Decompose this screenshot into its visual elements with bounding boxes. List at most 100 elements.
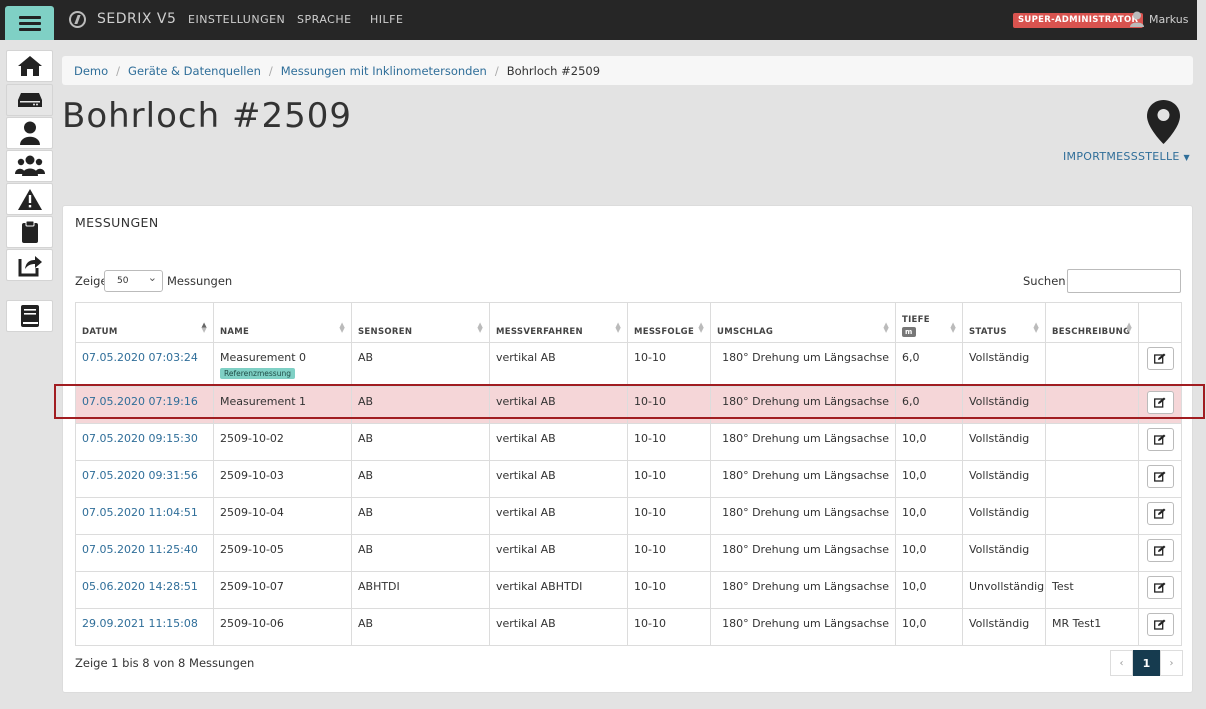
edit-button[interactable] (1146, 502, 1174, 525)
user-menu[interactable]: Markus (1149, 13, 1189, 26)
table-row[interactable]: 07.05.2020 07:03:24 Measurement 0 Referenz… (75, 342, 1182, 387)
edit-button[interactable] (1146, 428, 1174, 451)
col-messverfahren[interactable]: MESSVERFAHREN ▲ ▼ (489, 302, 628, 343)
table-row[interactable]: 07.05.2020 11:04:51 2509-10-04 AB vertikal … (75, 497, 1182, 535)
cell-messverfahren: vertikal AB (489, 386, 628, 424)
sidebar-devices[interactable] (6, 84, 53, 116)
col-umschlag[interactable]: UMSCHLAG ▲ ▼ (710, 302, 896, 343)
sidebar-alarms[interactable] (6, 183, 53, 215)
name-text: Measurement 1 (220, 395, 307, 408)
edit-button[interactable] (1146, 465, 1174, 488)
sidebar-users[interactable] (6, 150, 53, 182)
cell-messfolge: 10-10 (627, 460, 711, 498)
cell-umschlag: 180° Drehung um Längsachse (710, 497, 896, 535)
edit-button[interactable] (1146, 576, 1174, 599)
datum-link[interactable]: 29.09.2021 11:15:08 (82, 617, 198, 630)
edit-icon (1154, 508, 1166, 519)
sidebar-export[interactable] (6, 249, 53, 281)
cell-status: Vollständig (962, 497, 1046, 535)
sidebar-docs[interactable] (6, 300, 53, 332)
col-status[interactable]: STATUS ▲ ▼ (962, 302, 1046, 343)
table-row[interactable]: 07.05.2020 09:15:30 2509-10-02 AB vertikal … (75, 423, 1182, 461)
col-messfolge[interactable]: MESSFOLGE ▲ ▼ (627, 302, 711, 343)
cell-name: 2509-10-05 (213, 534, 352, 572)
sidebar-user[interactable] (6, 117, 53, 149)
pager-prev-button[interactable]: ‹ (1110, 650, 1133, 676)
cell-messfolge: 10-10 (627, 571, 711, 609)
datum-link[interactable]: 07.05.2020 09:15:30 (82, 432, 198, 445)
cell-status: Vollständig (962, 460, 1046, 498)
col-beschreibung[interactable]: BESCHREIBUNG ▲ ▼ (1045, 302, 1139, 343)
caret-down-icon: ▼ (1183, 153, 1190, 162)
panel-title: MESSUNGEN (75, 215, 159, 230)
import-station-label: IMPORTMESSSTELLE (1063, 150, 1180, 163)
menu-toggle-button[interactable] (5, 6, 54, 40)
table-row[interactable]: 07.05.2020 07:19:16 Measurement 1 AB vertik… (75, 386, 1182, 424)
cell-tiefe: 6,0 (895, 342, 963, 387)
table-row[interactable]: 05.06.2020 14:28:51 2509-10-07 ABHTDI verti… (75, 571, 1182, 609)
cell-actions (1138, 386, 1182, 424)
cell-tiefe: 10,0 (895, 423, 963, 461)
cell-messverfahren: vertikal ABHTDI (489, 571, 628, 609)
cell-status: Unvollständig (962, 571, 1046, 609)
breadcrumb-current: Bohrloch #2509 (506, 63, 601, 78)
nav-einstellungen[interactable]: EINSTELLUNGEN (188, 13, 285, 26)
cell-datum: 07.05.2020 11:25:40 (75, 534, 214, 572)
table-row[interactable]: 07.05.2020 09:31:56 2509-10-03 AB vertikal … (75, 460, 1182, 498)
table-row[interactable]: 07.05.2020 11:25:40 2509-10-05 AB vertikal … (75, 534, 1182, 572)
role-badge: SUPER-ADMINISTRATOR (1013, 13, 1144, 28)
home-icon (17, 56, 42, 76)
users-icon (14, 155, 45, 176)
map-pin-icon[interactable] (1146, 99, 1181, 145)
breadcrumb-inclinometer[interactable]: Messungen mit Inklinometersonden (281, 64, 487, 78)
datum-link[interactable]: 07.05.2020 07:03:24 (82, 351, 198, 364)
nav-sprache[interactable]: SPRACHE (297, 13, 352, 26)
cell-messverfahren: vertikal AB (489, 342, 628, 387)
datum-link[interactable]: 05.06.2020 14:28:51 (82, 580, 198, 593)
search-input[interactable] (1067, 269, 1181, 293)
name-text: 2509-10-03 (220, 469, 284, 482)
cell-datum: 07.05.2020 07:03:24 (75, 342, 214, 387)
pager-page-1[interactable]: 1 (1133, 650, 1160, 676)
cell-messverfahren: vertikal AB (489, 534, 628, 572)
sort-icon: ▲ ▼ (1033, 321, 1039, 334)
brand-name[interactable]: SEDRIX V5 (97, 11, 176, 27)
page-length-select[interactable]: 50 (104, 268, 163, 292)
col-tiefe[interactable]: TIEFE m ▲ ▼ (895, 302, 963, 343)
datum-link[interactable]: 07.05.2020 11:04:51 (82, 506, 198, 519)
breadcrumb-devices[interactable]: Geräte & Datenquellen (128, 64, 261, 78)
col-sensoren[interactable]: SENSOREN ▲ ▼ (351, 302, 490, 343)
reference-badge: Referenzmessung (220, 368, 295, 379)
name-text: Measurement 0 (220, 351, 307, 364)
pager-next-button[interactable]: › (1160, 650, 1183, 676)
datum-link[interactable]: 07.05.2020 09:31:56 (82, 469, 198, 482)
col-datum[interactable]: DATUM ▲ ▼ (75, 302, 214, 343)
edit-button[interactable] (1146, 613, 1174, 636)
cell-actions (1138, 534, 1182, 572)
hamburger-icon (18, 13, 41, 34)
datum-link[interactable]: 07.05.2020 11:25:40 (82, 543, 198, 556)
cell-sensoren: AB (351, 386, 490, 424)
server-icon (17, 93, 42, 107)
sort-icon: ▲ ▼ (883, 321, 889, 334)
cell-actions (1138, 497, 1182, 535)
user-icon (1130, 11, 1144, 27)
cell-name: 2509-10-07 (213, 571, 352, 609)
table-row[interactable]: 29.09.2021 11:15:08 2509-10-06 AB vertikal … (75, 608, 1182, 646)
name-text: 2509-10-02 (220, 432, 284, 445)
sort-icon: ▲ ▼ (1126, 321, 1132, 334)
cell-status: Vollständig (962, 534, 1046, 572)
import-station-dropdown[interactable]: IMPORTMESSSTELLE ▼ (1063, 150, 1190, 163)
nav-hilfe[interactable]: HILFE (370, 13, 403, 26)
sidebar-home[interactable] (6, 50, 53, 82)
cell-sensoren: AB (351, 497, 490, 535)
breadcrumb-demo[interactable]: Demo (74, 64, 108, 78)
edit-button[interactable] (1146, 347, 1174, 370)
sidebar-reports[interactable] (6, 216, 53, 248)
cell-beschreibung (1045, 497, 1139, 535)
edit-button[interactable] (1146, 391, 1174, 414)
edit-button[interactable] (1146, 539, 1174, 562)
col-name[interactable]: NAME ▲ ▼ (213, 302, 352, 343)
book-icon (20, 305, 39, 327)
datum-link[interactable]: 07.05.2020 07:19:16 (82, 395, 198, 408)
